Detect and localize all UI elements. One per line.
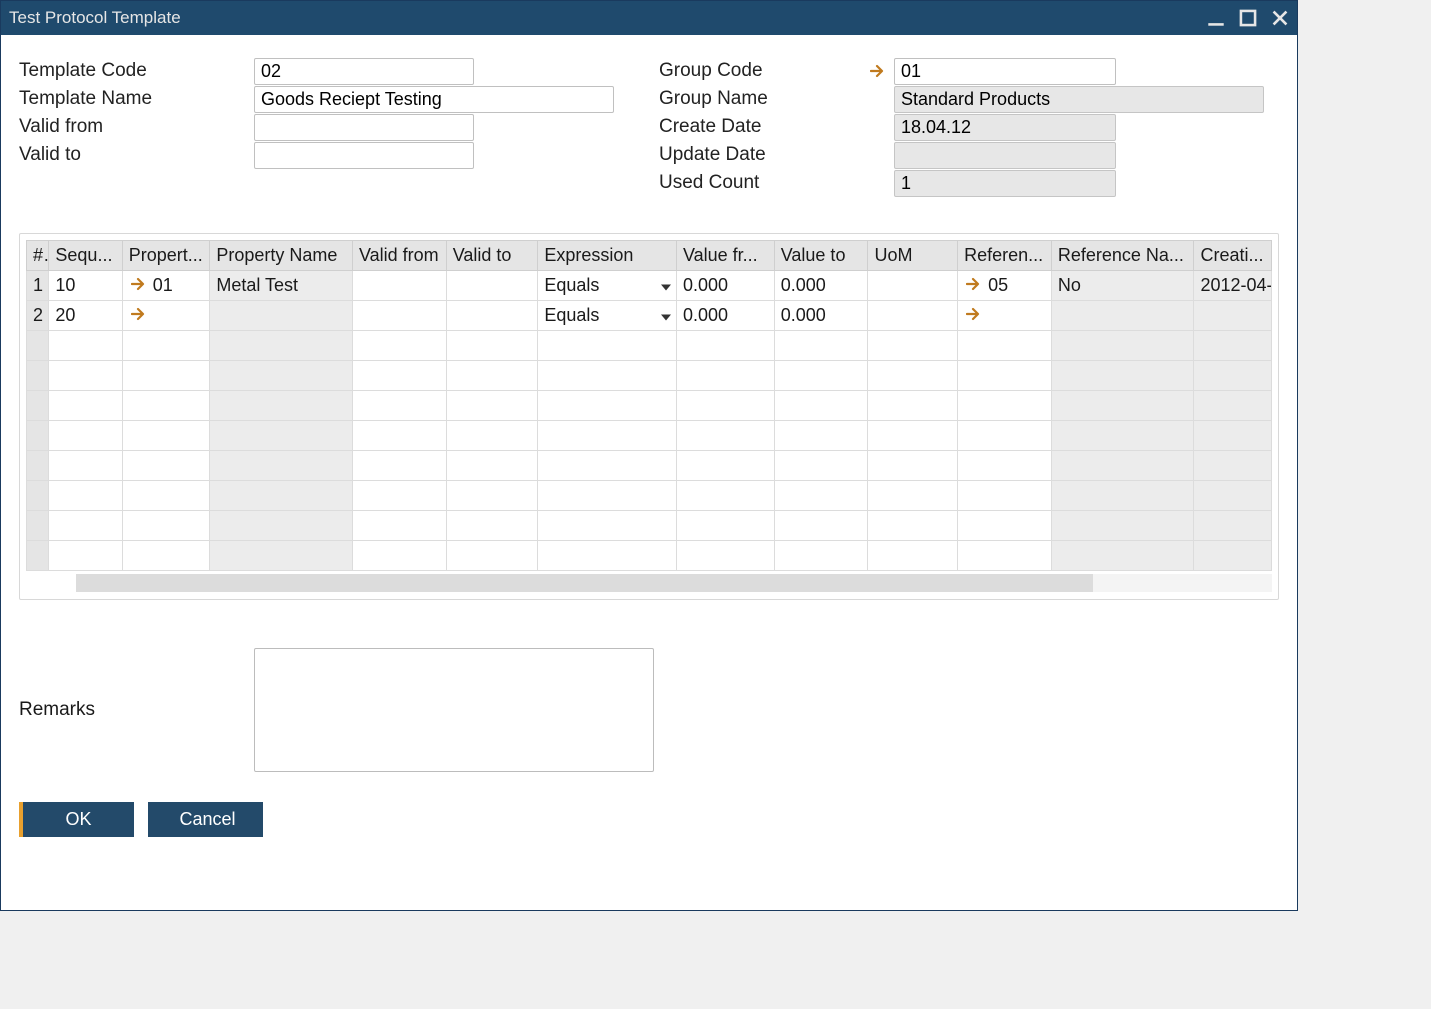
valid-from-label: Valid from (19, 116, 254, 138)
cell-reference-name: No (1051, 271, 1194, 301)
col-value-to[interactable]: Value to (774, 241, 868, 271)
cell-valid-from[interactable] (352, 301, 446, 331)
col-property[interactable]: Propert... (122, 241, 210, 271)
property-link-icon[interactable] (129, 275, 149, 293)
remarks-input[interactable] (254, 648, 654, 772)
table-row-empty[interactable] (27, 361, 1272, 391)
table-row-empty[interactable] (27, 481, 1272, 511)
template-name-input[interactable] (254, 86, 614, 113)
reference-link-icon[interactable] (964, 305, 984, 323)
col-creation[interactable]: Creati... (1194, 241, 1272, 271)
table-row-empty[interactable] (27, 331, 1272, 361)
cell-property[interactable] (122, 301, 210, 331)
cell-uom[interactable] (868, 301, 958, 331)
cell-sequence[interactable]: 20 (49, 301, 122, 331)
group-name-label: Group Name (659, 88, 894, 110)
col-property-name[interactable]: Property Name (210, 241, 353, 271)
col-num[interactable]: # (27, 241, 49, 271)
close-icon[interactable] (1271, 9, 1289, 27)
col-sequence[interactable]: Sequ... (49, 241, 122, 271)
used-count-label: Used Count (659, 172, 894, 194)
template-code-input[interactable] (254, 58, 474, 85)
expression-dropdown-icon[interactable] (660, 305, 672, 326)
table-row[interactable]: 11001Metal TestEquals0.0000.00005No2012-… (27, 271, 1272, 301)
cell-sequence[interactable]: 10 (49, 271, 122, 301)
col-value-from[interactable]: Value fr... (676, 241, 774, 271)
expression-dropdown-icon[interactable] (660, 275, 672, 296)
template-name-label: Template Name (19, 88, 254, 110)
cancel-button[interactable]: Cancel (148, 802, 263, 837)
group-code-label: Group Code (659, 60, 894, 82)
maximize-icon[interactable] (1239, 9, 1257, 27)
cell-valid-from[interactable] (352, 271, 446, 301)
ok-button[interactable]: OK (19, 802, 134, 837)
cell-value-to[interactable]: 0.000 (774, 271, 868, 301)
properties-grid: # Sequ... Propert... Property Name Valid… (19, 233, 1279, 600)
cell-expression[interactable]: Equals (538, 301, 677, 331)
group-name-input (894, 86, 1264, 113)
col-valid-from[interactable]: Valid from (352, 241, 446, 271)
titlebar: Test Protocol Template (1, 1, 1297, 35)
grid-header-row: # Sequ... Propert... Property Name Valid… (27, 241, 1272, 271)
col-valid-to[interactable]: Valid to (446, 241, 538, 271)
col-expression[interactable]: Expression (538, 241, 677, 271)
property-link-icon[interactable] (129, 305, 149, 323)
cell-value-to[interactable]: 0.000 (774, 301, 868, 331)
table-row-empty[interactable] (27, 541, 1272, 571)
table-row[interactable]: 220Equals0.0000.000 (27, 301, 1272, 331)
group-code-link-icon[interactable] (868, 62, 888, 80)
cell-property-name: Metal Test (210, 271, 353, 301)
col-reference-name[interactable]: Reference Na... (1051, 241, 1194, 271)
cell-uom[interactable] (868, 271, 958, 301)
remarks-label: Remarks (19, 699, 254, 721)
create-date-input (894, 114, 1116, 141)
valid-to-input[interactable] (254, 142, 474, 169)
cell-property[interactable]: 01 (122, 271, 210, 301)
cell-valid-to[interactable] (446, 301, 538, 331)
create-date-label: Create Date (659, 116, 894, 138)
used-count-input (894, 170, 1116, 197)
cell-reference[interactable] (958, 301, 1052, 331)
window-controls (1207, 9, 1289, 27)
table-row-empty[interactable] (27, 511, 1272, 541)
cell-creation: 2012-04- (1194, 271, 1272, 301)
valid-from-input[interactable] (254, 114, 474, 141)
update-date-input (894, 142, 1116, 169)
test-protocol-window: Test Protocol Template Template Code Tem… (0, 0, 1298, 911)
group-code-input[interactable] (894, 58, 1116, 85)
minimize-icon[interactable] (1207, 9, 1225, 27)
cell-value-from[interactable]: 0.000 (676, 271, 774, 301)
cell-property-name (210, 301, 353, 331)
table-row-empty[interactable] (27, 421, 1272, 451)
template-code-label: Template Code (19, 60, 254, 82)
cell-creation (1194, 301, 1272, 331)
reference-link-icon[interactable] (964, 275, 984, 293)
cell-reference[interactable]: 05 (958, 271, 1052, 301)
table-row-empty[interactable] (27, 391, 1272, 421)
cell-expression[interactable]: Equals (538, 271, 677, 301)
cell-rownum: 2 (27, 301, 49, 331)
col-uom[interactable]: UoM (868, 241, 958, 271)
valid-to-label: Valid to (19, 144, 254, 166)
col-reference[interactable]: Referen... (958, 241, 1052, 271)
table-row-empty[interactable] (27, 451, 1272, 481)
cell-reference-name (1051, 301, 1194, 331)
window-title: Test Protocol Template (9, 8, 1207, 28)
cell-value-from[interactable]: 0.000 (676, 301, 774, 331)
cell-valid-to[interactable] (446, 271, 538, 301)
cell-rownum: 1 (27, 271, 49, 301)
update-date-label: Update Date (659, 144, 894, 166)
grid-horizontal-scrollbar[interactable] (26, 573, 1272, 593)
